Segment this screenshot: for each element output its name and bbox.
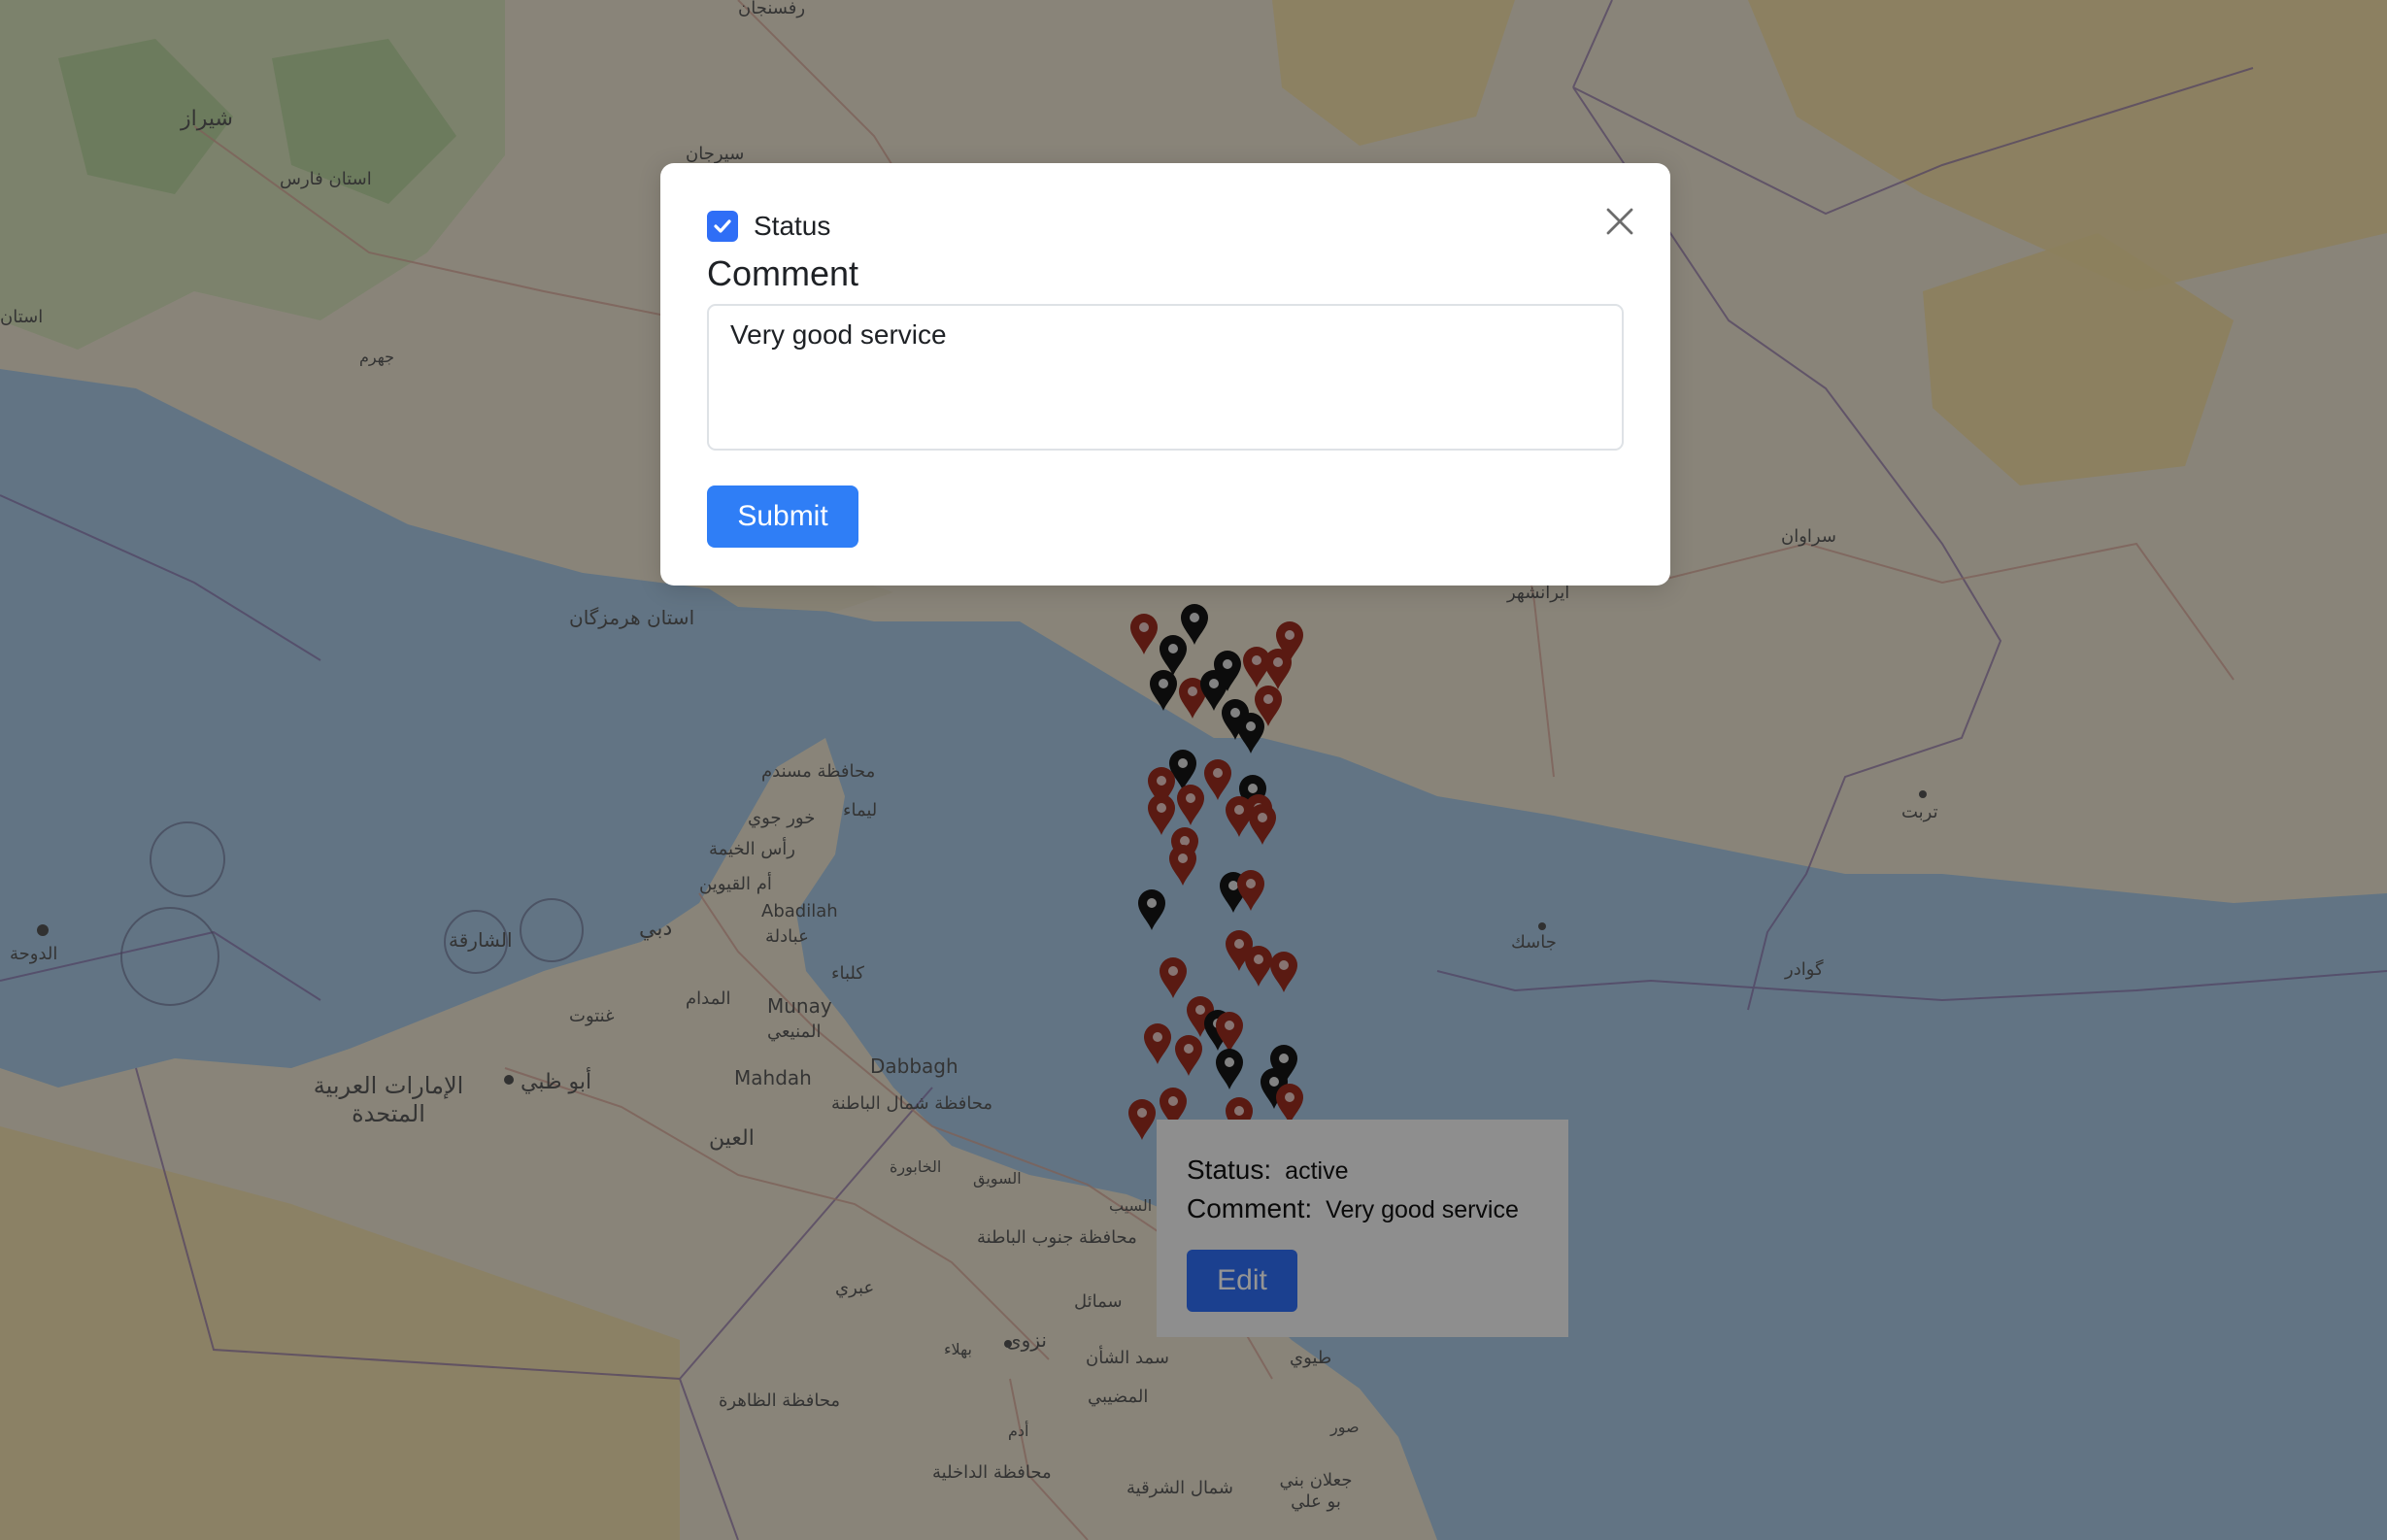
map-marker-red[interactable] <box>1130 614 1158 654</box>
map-marker-black[interactable] <box>1237 713 1264 753</box>
map-marker-red[interactable] <box>1237 870 1264 911</box>
map-marker-red[interactable] <box>1128 1099 1156 1140</box>
map-marker-red[interactable] <box>1216 1012 1243 1053</box>
status-checkbox-label: Status <box>754 211 831 241</box>
map-marker-red[interactable] <box>1270 952 1297 992</box>
map-marker-black[interactable] <box>1216 1049 1243 1089</box>
status-checkbox-row[interactable]: Status <box>707 207 1624 246</box>
marker-info-popup: Status: active Comment: Very good service … <box>1157 1120 1568 1337</box>
map-marker-red[interactable] <box>1169 845 1196 886</box>
map-marker-red[interactable] <box>1249 804 1276 845</box>
map-marker-black[interactable] <box>1181 604 1208 645</box>
edit-modal: Status Comment Very good service Submit <box>660 163 1670 586</box>
popup-status-key: Status: <box>1187 1155 1272 1185</box>
comment-textarea[interactable]: Very good service <box>707 304 1624 451</box>
map-marker-red[interactable] <box>1276 1084 1303 1124</box>
map-marker-red[interactable] <box>1245 946 1272 987</box>
map-marker-red[interactable] <box>1204 759 1231 800</box>
map-marker-red[interactable] <box>1177 785 1204 825</box>
map-marker-red[interactable] <box>1175 1035 1202 1076</box>
map-marker-black[interactable] <box>1138 889 1165 930</box>
map-marker-red[interactable] <box>1144 1023 1171 1064</box>
check-icon <box>714 219 731 233</box>
edit-button[interactable]: Edit <box>1187 1250 1297 1312</box>
popup-status-row: Status: active <box>1187 1155 1538 1186</box>
close-button[interactable] <box>1600 202 1639 241</box>
map-marker-black[interactable] <box>1150 670 1177 711</box>
popup-comment-key: Comment: <box>1187 1193 1313 1223</box>
submit-button[interactable]: Submit <box>707 485 858 548</box>
map-marker-red[interactable] <box>1160 957 1187 998</box>
close-icon <box>1606 208 1633 235</box>
map-marker-black[interactable] <box>1160 635 1187 676</box>
comment-label: Comment <box>707 253 859 293</box>
popup-status-value: active <box>1285 1157 1349 1185</box>
popup-comment-row: Comment: Very good service <box>1187 1193 1538 1224</box>
status-checkbox[interactable] <box>707 211 738 242</box>
popup-comment-value: Very good service <box>1326 1196 1519 1223</box>
map-marker-red[interactable] <box>1148 794 1175 835</box>
